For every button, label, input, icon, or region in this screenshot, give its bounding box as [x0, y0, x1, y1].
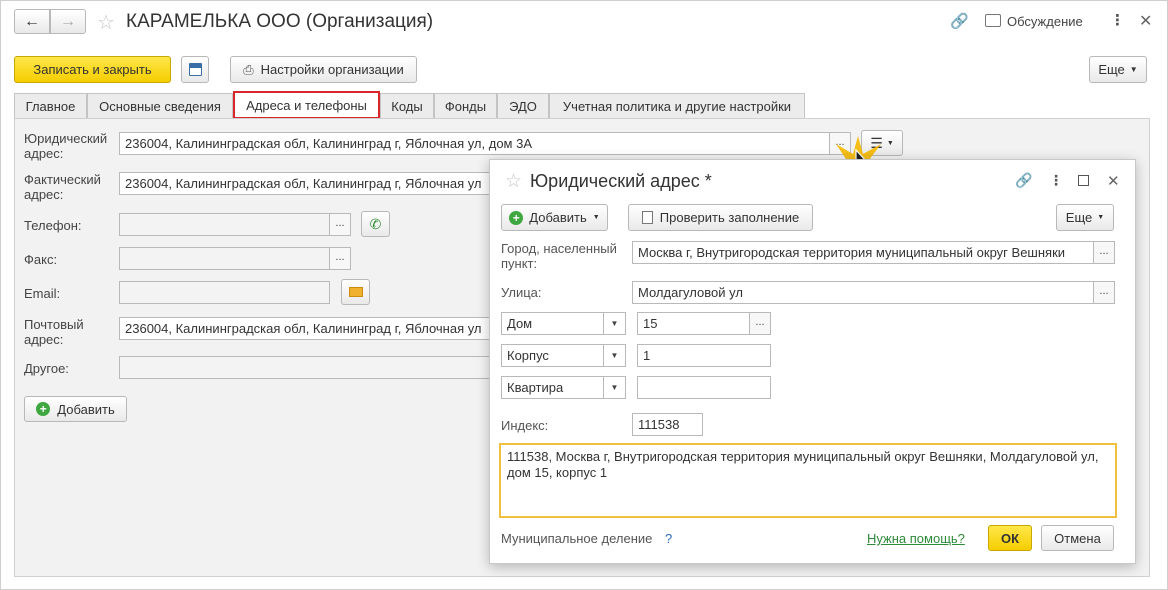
window-title: КАРАМЕЛЬКА ООО (Организация) — [126, 11, 434, 32]
building-type-label: Корпус — [507, 348, 549, 363]
check-fill-label: Проверить заполнение — [659, 210, 800, 225]
fax-label: Факс: — [24, 252, 58, 267]
org-settings-label: Настройки организации — [260, 62, 404, 77]
checklist-icon — [641, 211, 653, 224]
building-type-select[interactable]: Корпус ▼ — [501, 344, 626, 367]
envelope-icon — [348, 287, 363, 297]
legal-address-label: Юридический адрес: — [24, 131, 108, 161]
discussion-button[interactable]: Обсуждение — [1007, 14, 1083, 29]
more-label: Еще — [1098, 62, 1125, 77]
phone-field[interactable] — [119, 213, 330, 236]
phone-label: Телефон: — [24, 218, 82, 233]
building-number-field[interactable]: 1 — [637, 344, 771, 367]
dialog-favorite-star-icon[interactable]: ☆ — [505, 170, 522, 193]
street-label: Улица: — [501, 285, 542, 300]
flat-type-select[interactable]: Квартира ▼ — [501, 376, 626, 399]
chevron-down-icon: ▼ — [592, 214, 600, 221]
call-button[interactable]: ✆ — [361, 211, 390, 237]
tab-addresses-phones[interactable]: Адреса и телефоны — [233, 91, 380, 119]
cancel-button[interactable]: Отмена — [1041, 525, 1114, 551]
phone-select-button[interactable]: ... — [330, 213, 351, 236]
dialog-more-label: Еще — [1065, 210, 1093, 225]
city-field[interactable]: Москва г, Внутригородская территория мун… — [632, 241, 1094, 264]
chevron-down-icon: ▼ — [603, 313, 625, 334]
tab-basic-info[interactable]: Основные сведения — [87, 93, 233, 118]
dialog-title: Юридический адрес * — [530, 171, 712, 191]
index-label: Индекс: — [501, 418, 549, 433]
dialog-add-button[interactable]: + Добавить ▼ — [501, 204, 608, 231]
close-icon[interactable]: ✕ — [1139, 11, 1152, 31]
discussion-icon — [985, 14, 1001, 27]
add-contact-button[interactable]: + Добавить — [24, 396, 127, 422]
postal-address-field[interactable]: 236004, Калининградская обл, Калининград… — [119, 317, 491, 340]
house-type-label: Дом — [507, 316, 533, 331]
dialog-add-label: Добавить — [529, 210, 587, 225]
street-select-button[interactable]: ... — [1094, 281, 1115, 304]
tab-edo[interactable]: ЭДО — [497, 93, 549, 118]
plus-icon: + — [509, 210, 524, 225]
chevron-down-icon: ▼ — [603, 345, 625, 366]
save-button[interactable] — [181, 56, 209, 83]
send-email-button[interactable] — [341, 279, 370, 305]
dialog-more-vertical-icon[interactable]: ⋮ — [1049, 172, 1063, 189]
legal-address-field[interactable]: 236004, Калининградская обл, Калининград… — [119, 132, 830, 155]
link-icon[interactable]: 🔗 — [950, 12, 969, 30]
chevron-down-icon: ▼ — [1097, 214, 1105, 221]
chevron-down-icon: ▼ — [603, 377, 625, 398]
house-number-field[interactable]: 15 — [637, 312, 750, 335]
add-contact-label: Добавить — [57, 401, 115, 417]
maximize-icon[interactable] — [1078, 175, 1089, 186]
tab-funds[interactable]: Фонды — [434, 93, 497, 118]
flat-type-label: Квартира — [507, 380, 564, 395]
arrow-left-icon: ← — [24, 12, 40, 30]
help-link[interactable]: Нужна помощь? — [867, 531, 965, 546]
phone-icon: ✆ — [369, 215, 382, 232]
email-field[interactable] — [119, 281, 330, 304]
full-address-textarea[interactable]: 111538, Москва г, Внутригородская террит… — [499, 443, 1117, 518]
dialog-close-icon[interactable]: ✕ — [1107, 172, 1120, 190]
email-label: Email: — [24, 286, 61, 301]
actual-address-label: Фактический адрес: — [24, 172, 101, 202]
tab-accounting-policy[interactable]: Учетная политика и другие настройки — [549, 93, 805, 118]
street-field[interactable]: Молдагуловой ул — [632, 281, 1094, 304]
back-button[interactable]: ← — [14, 9, 50, 34]
house-select-button[interactable]: ... — [750, 312, 771, 335]
more-button[interactable]: Еще ▼ — [1089, 56, 1147, 83]
chevron-down-icon: ▼ — [1129, 65, 1138, 74]
forward-button[interactable]: → — [50, 9, 86, 34]
floppy-icon — [188, 63, 202, 76]
flat-number-field[interactable] — [637, 376, 771, 399]
municipal-help-icon[interactable]: ? — [665, 531, 672, 546]
favorite-star-icon[interactable]: ☆ — [97, 10, 115, 35]
actual-address-field[interactable]: 236004, Калининградская обл, Калининград… — [119, 172, 491, 195]
ok-button[interactable]: ОК — [988, 525, 1032, 551]
other-field[interactable] — [119, 356, 491, 379]
plus-icon: + — [36, 402, 51, 416]
save-close-button[interactable]: Записать и закрыть — [14, 56, 171, 83]
dialog-link-icon[interactable]: 🔗 — [1015, 172, 1032, 189]
dialog-more-button[interactable]: Еще ▼ — [1056, 204, 1114, 231]
city-label: Город, населенный пункт: — [501, 241, 617, 271]
tab-codes[interactable]: Коды — [380, 93, 434, 118]
printer-icon: ⎙ — [243, 61, 254, 77]
municipal-division-label: Муниципальное деление — [501, 531, 653, 546]
other-label: Другое: — [24, 361, 69, 376]
fax-field[interactable] — [119, 247, 330, 270]
postal-address-label: Почтовый адрес: — [24, 317, 84, 347]
tab-main[interactable]: Главное — [14, 93, 87, 118]
more-vertical-icon[interactable]: ⋮ — [1110, 11, 1125, 29]
arrow-right-icon: → — [60, 12, 76, 30]
org-settings-button[interactable]: ⎙ Настройки организации — [230, 56, 417, 83]
fax-select-button[interactable]: ... — [330, 247, 351, 270]
house-type-select[interactable]: Дом ▼ — [501, 312, 626, 335]
check-fill-button[interactable]: Проверить заполнение — [628, 204, 813, 231]
index-field[interactable]: 111538 — [632, 413, 703, 436]
city-select-button[interactable]: ... — [1094, 241, 1115, 264]
